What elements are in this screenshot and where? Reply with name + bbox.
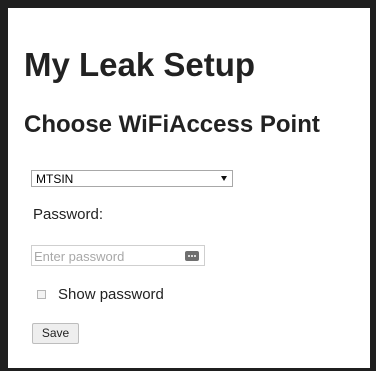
right-border <box>370 0 376 371</box>
password-field[interactable]: Enter password <box>31 245 205 266</box>
save-button[interactable]: Save <box>32 323 79 344</box>
page-subtitle: Choose WiFiAccess Point <box>24 111 320 138</box>
page-title: My Leak Setup <box>24 46 256 83</box>
show-password-label[interactable]: Show password <box>58 286 164 303</box>
show-password-checkbox[interactable] <box>37 290 46 299</box>
selected-network-value: MTSIN <box>36 172 74 186</box>
page-frame: My Leak Setup Choose WiFiAccess Point MT… <box>0 0 376 371</box>
wifi-network-select[interactable]: MTSIN <box>31 170 233 187</box>
dropdown-arrow-icon <box>221 176 227 181</box>
left-border <box>0 0 8 371</box>
password-label: Password: <box>33 206 104 223</box>
password-manager-icon[interactable] <box>185 251 199 261</box>
password-placeholder: Enter password <box>34 249 125 264</box>
top-border <box>0 0 376 8</box>
